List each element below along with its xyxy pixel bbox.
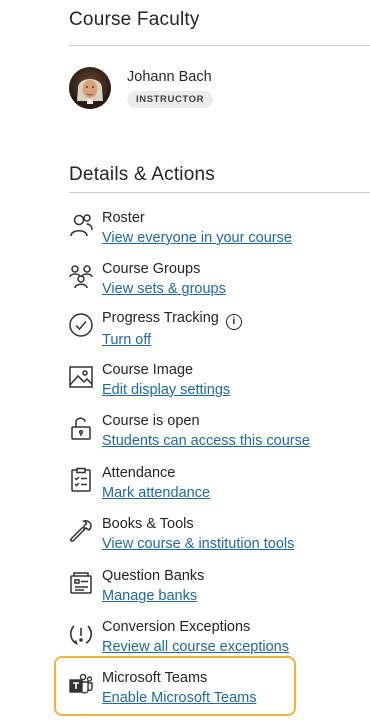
checkmark-circle-icon <box>66 310 96 340</box>
groups-icon <box>66 261 96 291</box>
action-books-tools: Books & Tools View course & institution … <box>66 514 366 554</box>
mark-attendance-link[interactable]: Mark attendance <box>102 483 210 503</box>
view-groups-link[interactable]: View sets & groups <box>102 279 226 299</box>
action-label: Course Groups <box>102 261 201 277</box>
conversion-exceptions-icon <box>66 619 96 649</box>
action-attendance: Attendance Mark attendance <box>66 463 366 503</box>
faculty-member[interactable]: Johann Bach INSTRUCTOR <box>69 67 214 109</box>
view-roster-link[interactable]: View everyone in your course <box>102 228 292 248</box>
details-actions-heading: Details & Actions <box>69 164 215 185</box>
action-label: Course is open <box>102 413 200 429</box>
action-roster: Roster View everyone in your course <box>66 208 366 248</box>
faculty-name[interactable]: Johann Bach <box>127 69 213 85</box>
action-label: Question Banks <box>102 568 205 584</box>
course-access-link[interactable]: Students can access this course <box>102 431 310 451</box>
section-divider <box>69 192 370 193</box>
action-label: Books & Tools <box>102 516 194 532</box>
turn-off-progress-link[interactable]: Turn off <box>102 330 151 350</box>
role-badge: INSTRUCTOR <box>127 91 214 108</box>
action-progress-tracking: Progress Tracking i Turn off <box>66 308 366 350</box>
action-course-availability: Course is open Students can access this … <box>66 411 366 451</box>
clipboard-checklist-icon <box>66 465 96 495</box>
action-label: Course Image <box>102 362 194 378</box>
action-label: Conversion Exceptions <box>102 619 251 635</box>
roster-icon <box>66 210 96 240</box>
action-question-banks: Question Banks Manage banks <box>66 566 366 606</box>
action-label: Progress Tracking <box>102 310 219 326</box>
course-faculty-heading: Course Faculty <box>69 9 200 30</box>
unlock-icon <box>66 413 96 443</box>
view-tools-link[interactable]: View course & institution tools <box>102 534 294 554</box>
review-exceptions-link[interactable]: Review all course exceptions <box>102 637 289 657</box>
info-icon[interactable]: i <box>225 314 242 330</box>
image-icon <box>66 362 96 392</box>
edit-display-settings-link[interactable]: Edit display settings <box>102 380 230 400</box>
action-label: Roster <box>102 210 145 226</box>
wrench-icon <box>66 516 96 546</box>
avatar[interactable] <box>69 67 111 109</box>
focus-highlight <box>54 656 296 716</box>
action-label: Attendance <box>102 465 176 481</box>
manage-banks-link[interactable]: Manage banks <box>102 586 197 606</box>
action-conversion-exceptions: Conversion Exceptions Review all course … <box>66 617 366 657</box>
section-divider <box>69 45 370 46</box>
action-course-image: Course Image Edit display settings <box>66 360 366 400</box>
action-course-groups: Course Groups View sets & groups <box>66 259 366 299</box>
question-bank-icon <box>66 568 96 598</box>
